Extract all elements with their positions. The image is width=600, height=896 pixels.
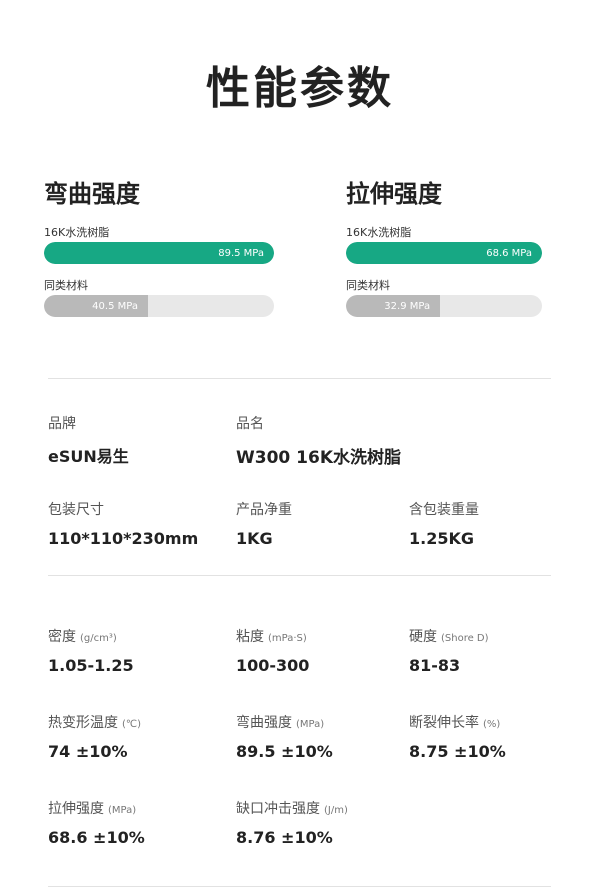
spec-density: 密度 (g/cm³) 1.05-1.25: [48, 626, 134, 675]
primary-bar-label: 16K水洗树脂: [44, 226, 110, 239]
primary-bar-label: 16K水洗树脂: [346, 226, 412, 239]
spec-hardness: 硬度 (Shore D) 81-83: [409, 626, 489, 675]
spec-label: 热变形温度: [48, 715, 118, 731]
gross-weight-field: 含包装重量 1.25KG: [409, 499, 479, 548]
compare-bar-label: 同类材料: [44, 279, 88, 292]
net-weight-field: 产品净重 1KG: [236, 499, 292, 548]
field-label: 品名: [236, 416, 264, 432]
spec-value: 8.76 ±10%: [236, 828, 333, 847]
product-name-field: 品名 W300 16K水洗树脂: [236, 413, 401, 468]
primary-bar-fill: 68.6 MPa: [346, 242, 542, 264]
primary-bar-fill: 89.5 MPa: [44, 242, 274, 264]
field-value: eSUN易生: [48, 447, 129, 466]
spec-unit: (MPa): [108, 805, 137, 816]
spec-value: 89.5 ±10%: [236, 742, 333, 761]
spec-viscosity: 粘度 (mPa·S) 100-300: [236, 626, 309, 675]
divider: [48, 886, 551, 887]
spec-unit: (Shore D): [441, 633, 489, 644]
field-value: 110*110*230mm: [48, 529, 199, 548]
compare-bar-track: 40.5 MPa: [44, 295, 274, 317]
comparison-title: 拉伸强度: [346, 180, 442, 208]
spec-elongation: 断裂伸长率 (%) 8.75 ±10%: [409, 712, 506, 761]
package-size-field: 包装尺寸 110*110*230mm: [48, 499, 198, 548]
page-title: 性能参数: [206, 63, 394, 114]
spec-tensile-strength: 拉伸强度 (MPa) 68.6 ±10%: [48, 798, 145, 847]
spec-label: 缺口冲击强度: [236, 801, 320, 817]
field-label: 包装尺寸: [48, 502, 104, 518]
field-label: 品牌: [48, 416, 76, 432]
spec-value: 68.6 ±10%: [48, 828, 145, 847]
primary-bar-value: 68.6 MPa: [486, 247, 532, 259]
spec-unit: (℃): [122, 719, 142, 730]
spec-label: 硬度: [409, 629, 437, 645]
spec-flexural-strength: 弯曲强度 (MPa) 89.5 ±10%: [236, 712, 333, 761]
compare-bar-track: 32.9 MPa: [346, 295, 542, 317]
compare-bar-fill: 32.9 MPa: [346, 295, 441, 317]
primary-bar-track: 89.5 MPa: [44, 242, 274, 264]
field-value: 1KG: [236, 529, 273, 548]
spec-unit: (MPa): [296, 719, 325, 730]
spec-value: 1.05-1.25: [48, 656, 134, 675]
compare-bar-label: 同类材料: [346, 279, 390, 292]
spec-notched-impact: 缺口冲击强度 (J/m) 8.76 ±10%: [236, 798, 348, 847]
spec-label: 密度: [48, 629, 76, 645]
field-label: 含包装重量: [409, 502, 479, 518]
brand-field: 品牌 eSUN易生: [48, 413, 129, 467]
compare-bar-value: 32.9 MPa: [384, 300, 431, 312]
spec-heat-deflection: 热变形温度 (℃) 74 ±10%: [48, 712, 141, 761]
spec-label: 粘度: [236, 629, 264, 645]
spec-value: 81-83: [409, 656, 461, 675]
spec-unit: (mPa·S): [268, 633, 307, 644]
spec-value: 8.75 ±10%: [409, 742, 506, 761]
spec-unit: (J/m): [324, 805, 348, 816]
flexural-strength-comparison: 弯曲强度 16K水洗树脂 89.5 MPa 同类材料 40.5 MPa: [44, 174, 284, 317]
compare-bar-fill: 40.5 MPa: [44, 295, 148, 317]
primary-bar-track: 68.6 MPa: [346, 242, 542, 264]
field-value: 1.25KG: [409, 529, 475, 548]
divider: [48, 575, 551, 576]
spec-label: 弯曲强度: [236, 715, 292, 731]
spec-value: 74 ±10%: [48, 742, 128, 761]
divider: [48, 378, 551, 379]
primary-bar-value: 89.5 MPa: [218, 247, 264, 259]
compare-bar-value: 40.5 MPa: [92, 300, 138, 312]
comparison-title: 弯曲强度: [44, 180, 140, 208]
spec-unit: (g/cm³): [80, 633, 117, 644]
field-value: W300 16K水洗树脂: [236, 448, 401, 468]
spec-value: 100-300: [236, 656, 310, 675]
spec-unit: (%): [483, 719, 501, 730]
tensile-strength-comparison: 拉伸强度 16K水洗树脂 68.6 MPa 同类材料 32.9 MPa: [346, 174, 586, 317]
field-label: 产品净重: [236, 502, 292, 518]
spec-label: 拉伸强度: [48, 801, 104, 817]
spec-label: 断裂伸长率: [409, 715, 479, 731]
